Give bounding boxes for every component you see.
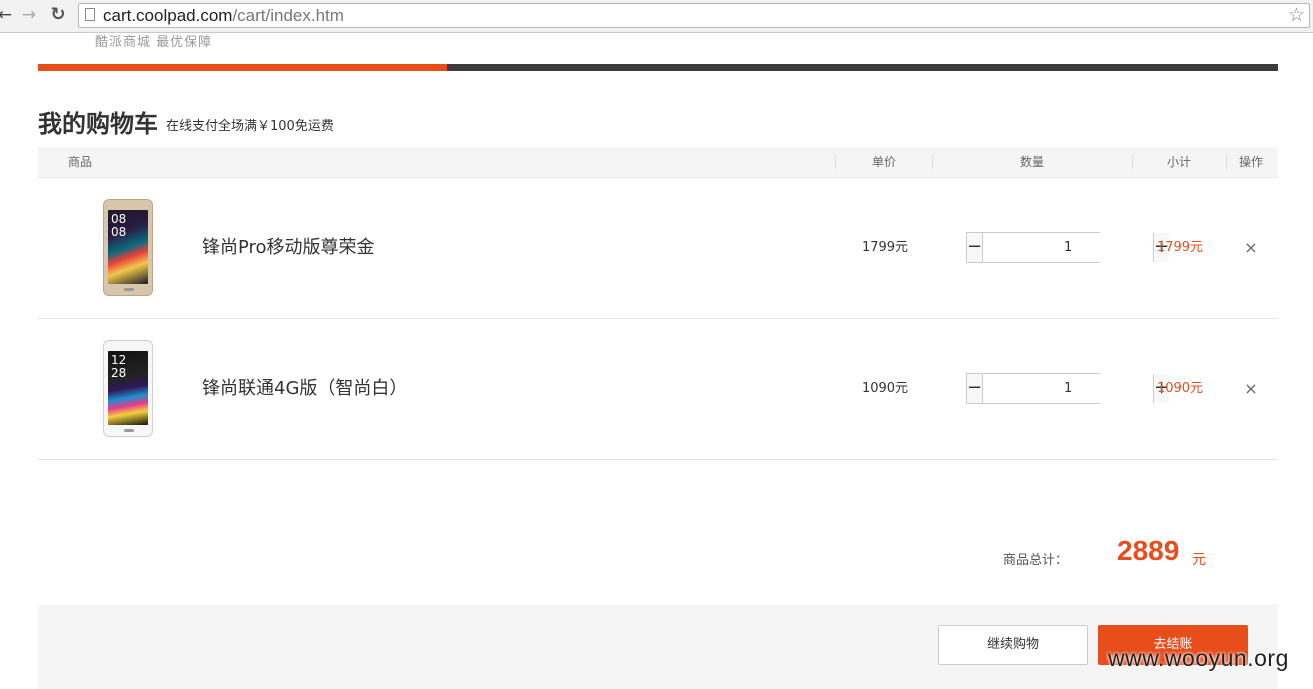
address-bar[interactable]: cart.coolpad.com/cart/index.htm ☆ (78, 3, 1310, 28)
bookmark-star-icon[interactable]: ☆ (1288, 4, 1305, 26)
back-arrow-icon[interactable]: ← (0, 4, 16, 26)
product-name-link[interactable]: 锋尚联通4G版（智尚白） (202, 319, 407, 459)
product-name-link[interactable]: 锋尚Pro移动版尊荣金 (202, 178, 375, 318)
phone-home-button (124, 288, 134, 291)
reload-icon[interactable]: ↻ (47, 4, 69, 26)
cart-table-header: 商品 单价 数量 小计 操作 (38, 147, 1278, 178)
phone-home-button (124, 429, 134, 432)
total-currency-unit: 元 (1192, 552, 1206, 568)
product-image-white-phone[interactable]: 12 28 (103, 340, 153, 437)
column-divider (1132, 155, 1133, 169)
decrease-quantity-button[interactable]: − (967, 374, 984, 403)
phone-screen: 08 08 (108, 210, 148, 284)
checkout-progress-fill (38, 64, 448, 71)
phone-clock-text: 08 08 (111, 212, 127, 239)
column-header-quantity: 数量 (1020, 155, 1045, 169)
column-header-unit-price: 单价 (872, 155, 897, 169)
remove-item-icon[interactable]: × (1241, 319, 1261, 459)
column-divider (932, 155, 933, 169)
remove-item-icon[interactable]: × (1241, 178, 1261, 318)
total-label: 商品总计： (1003, 553, 1069, 568)
column-header-action: 操作 (1239, 155, 1264, 169)
checkout-progress-bar (38, 64, 1278, 71)
phone-clock-text: 12 28 (111, 353, 127, 380)
cart-action-bar: 继续购物 去结账 (38, 605, 1278, 689)
column-header-subtotal: 小计 (1167, 155, 1192, 169)
quantity-input[interactable] (983, 374, 1154, 403)
browser-toolbar: ← → ↻ cart.coolpad.com/cart/index.htm ☆ (0, 0, 1313, 33)
page-title: 我的购物车 (38, 111, 158, 138)
url-host: cart.coolpad.com (103, 6, 233, 25)
quantity-stepper: − + (966, 373, 1170, 404)
phone-screen: 12 28 (108, 351, 148, 425)
quantity-input[interactable] (983, 233, 1154, 262)
continue-shopping-button[interactable]: 继续购物 (938, 625, 1088, 665)
cart-item-row: 12 28 锋尚联通4G版（智尚白） 1090元 − + 1090元 × (38, 319, 1278, 460)
url-text[interactable]: cart.coolpad.com/cart/index.htm (103, 6, 344, 26)
column-divider (835, 155, 836, 169)
site-slogan: 酷派商城 最优保障 (95, 35, 213, 50)
url-path: /cart/index.htm (232, 6, 344, 25)
item-subtotal: 1090元 (1156, 381, 1204, 396)
shipping-note: 在线支付全场满￥100免运费 (166, 119, 334, 134)
decrease-quantity-button[interactable]: − (967, 233, 984, 262)
total-amount: 2889 (1117, 535, 1180, 566)
unit-price: 1090元 (861, 381, 909, 396)
page-icon (85, 8, 95, 21)
cart-item-row: 08 08 锋尚Pro移动版尊荣金 1799元 − + 1799元 × (38, 178, 1278, 319)
column-header-product: 商品 (68, 155, 93, 169)
item-subtotal: 1799元 (1156, 240, 1204, 255)
forward-arrow-icon[interactable]: → (18, 4, 40, 26)
unit-price: 1799元 (861, 240, 909, 255)
column-divider (1226, 155, 1227, 169)
quantity-stepper: − + (966, 232, 1170, 263)
product-image-gold-phone[interactable]: 08 08 (103, 199, 153, 296)
watermark-text: www.wooyun.org (1108, 645, 1289, 671)
